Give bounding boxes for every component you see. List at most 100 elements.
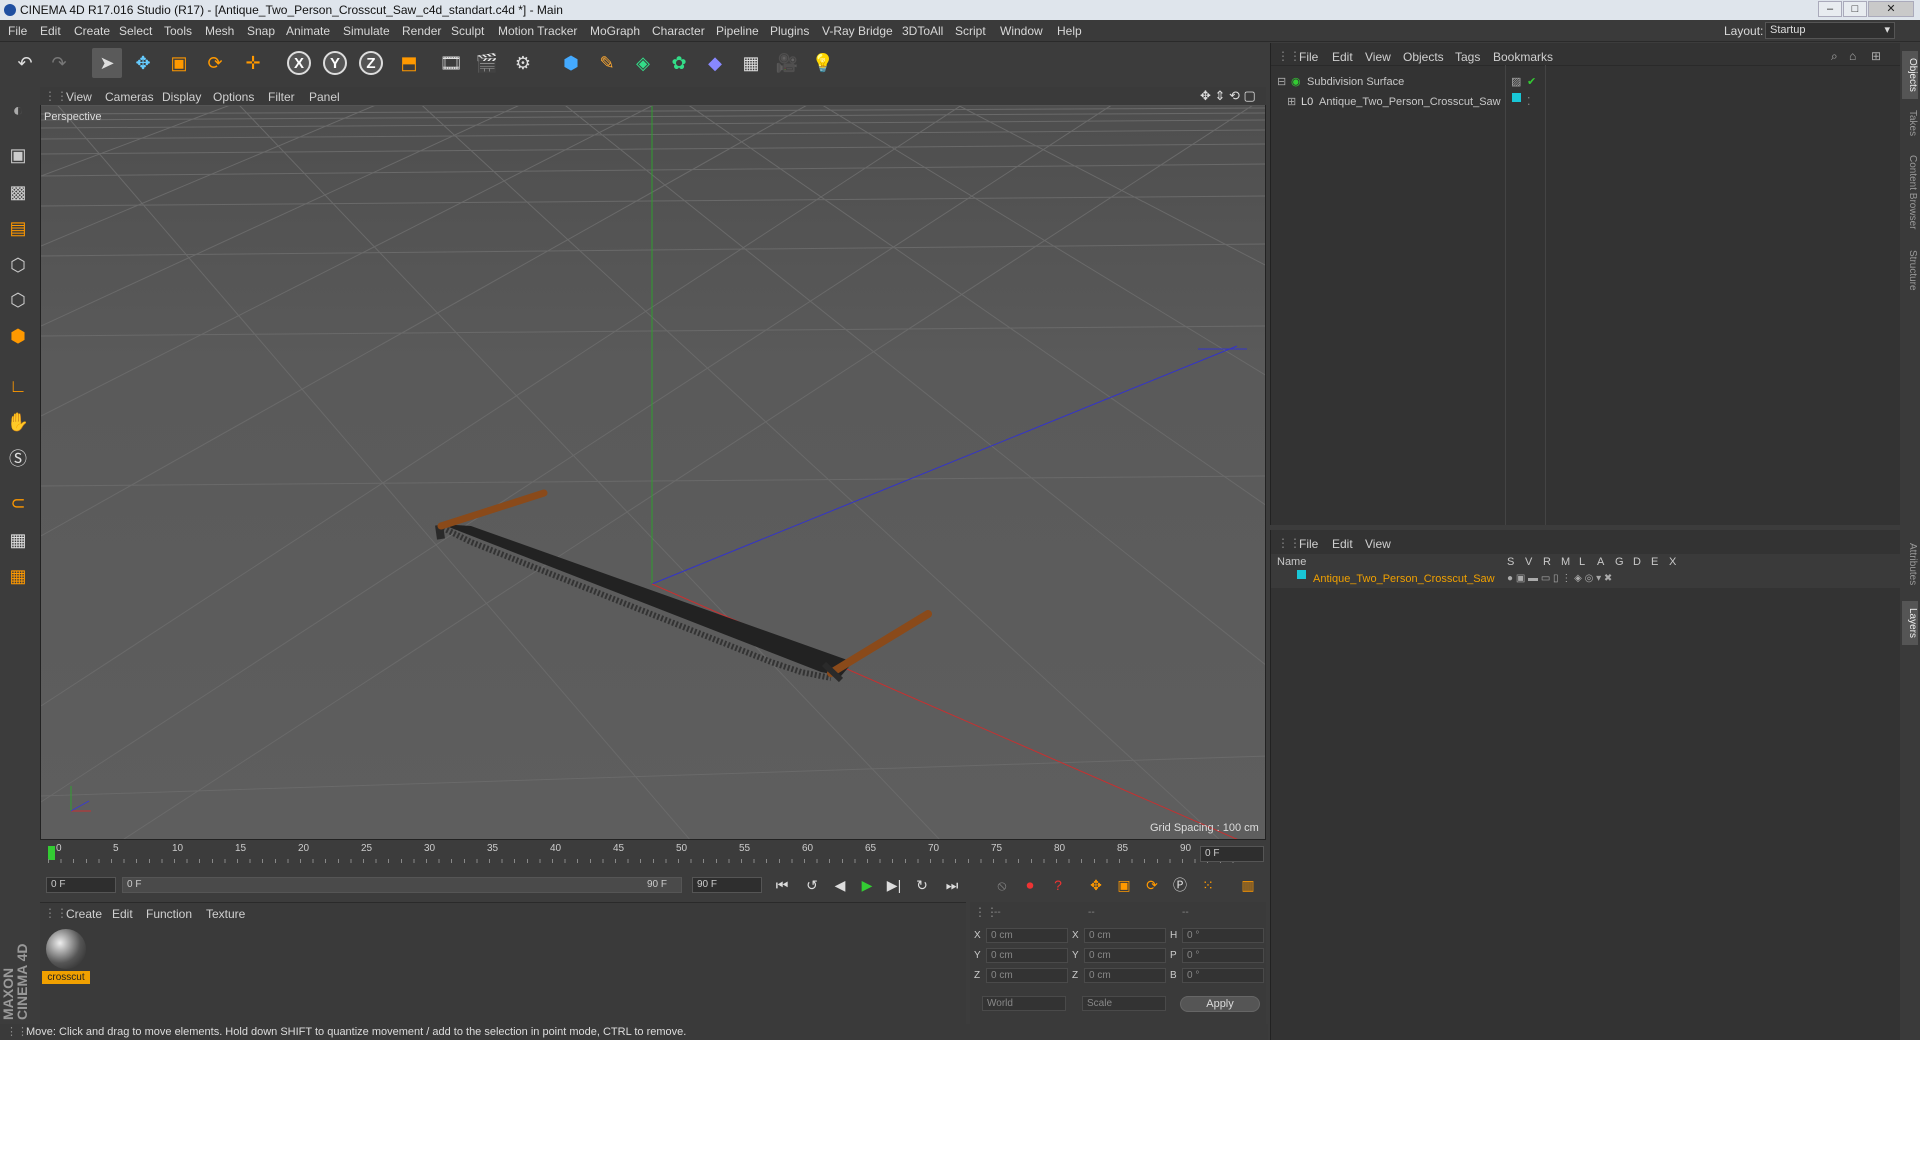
viewport-menu-view[interactable]: View	[66, 90, 92, 104]
playhead[interactable]	[48, 846, 55, 860]
position-z-field[interactable]: 0 cm	[986, 968, 1068, 983]
viewport-menu-panel[interactable]: Panel	[309, 90, 340, 104]
render-picture-viewer-icon[interactable]: 🎬	[472, 48, 502, 78]
autokey-icon[interactable]: ⏺	[1018, 873, 1042, 897]
visibility-dots-icon[interactable]: ⁚	[1527, 93, 1531, 111]
menu-3dtoall[interactable]: 3DToAll	[902, 24, 943, 38]
go-to-end-icon[interactable]: ⏭	[940, 873, 964, 897]
model-mode-icon[interactable]: ▣	[3, 140, 33, 170]
menu-window[interactable]: Window	[1000, 24, 1043, 38]
tab-takes[interactable]: Takes	[1902, 105, 1918, 141]
object-menu-tags[interactable]: Tags	[1455, 50, 1480, 64]
viewport-menu-filter[interactable]: Filter	[268, 90, 295, 104]
drag-handle-icon[interactable]: ⋮⋮	[44, 89, 68, 103]
menu-vray-bridge[interactable]: V-Ray Bridge	[822, 24, 893, 38]
render-settings-icon[interactable]: ⚙	[508, 48, 538, 78]
material-menu-function[interactable]: Function	[146, 907, 192, 921]
position-y-field[interactable]: 0 cm	[986, 948, 1068, 963]
new-window-icon[interactable]: ⊞	[1871, 49, 1881, 63]
menu-mograph[interactable]: MoGraph	[590, 24, 640, 38]
drag-handle-icon[interactable]: ⋮⋮	[1277, 536, 1301, 550]
layer-menu-edit[interactable]: Edit	[1332, 537, 1353, 551]
menu-plugins[interactable]: Plugins	[770, 24, 809, 38]
viewport-menu-cameras[interactable]: Cameras	[105, 90, 154, 104]
move-icon[interactable]: ✥	[128, 48, 158, 78]
size-x-field[interactable]: 0 cm	[1084, 928, 1166, 943]
size-z-field[interactable]: 0 cm	[1084, 968, 1166, 983]
minimize-button[interactable]: –	[1818, 1, 1842, 17]
key-rotation-icon[interactable]: ⟳	[1140, 873, 1164, 897]
rotation-b-field[interactable]: 0 °	[1182, 968, 1264, 983]
key-point-level-icon[interactable]: ⁙	[1196, 873, 1220, 897]
menu-help[interactable]: Help	[1057, 24, 1082, 38]
layer-row[interactable]: Antique_Two_Person_Crosscut_Saw ● ▣ ▬ ▭ …	[1271, 570, 1901, 588]
next-key-icon[interactable]: ↻	[910, 873, 934, 897]
collapse-icon[interactable]: ⊟	[1277, 73, 1286, 91]
live-select-icon[interactable]: ✛	[238, 48, 268, 78]
menu-pipeline[interactable]: Pipeline	[716, 24, 759, 38]
material-menu-create[interactable]: Create	[66, 907, 102, 921]
tab-objects[interactable]: Objects	[1902, 51, 1918, 99]
snap-icon[interactable]: Ⓢ	[3, 443, 33, 473]
workplane-mode-icon[interactable]: ▤	[3, 213, 33, 243]
size-y-field[interactable]: 0 cm	[1084, 948, 1166, 963]
viewport-menu-options[interactable]: Options	[213, 90, 254, 104]
menu-animate[interactable]: Animate	[286, 24, 330, 38]
layer-color-swatch[interactable]	[1297, 570, 1306, 579]
previous-frame-icon[interactable]: ◀	[828, 873, 852, 897]
menu-mesh[interactable]: Mesh	[205, 24, 234, 38]
pen-spline-icon[interactable]: ✎	[592, 48, 622, 78]
menu-motion-tracker[interactable]: Motion Tracker	[498, 24, 577, 38]
key-position-icon[interactable]: ✥	[1084, 873, 1108, 897]
material-preview-sphere[interactable]	[46, 929, 86, 969]
object-menu-edit[interactable]: Edit	[1332, 50, 1353, 64]
tweak-mode-icon[interactable]: ✋	[3, 407, 33, 437]
previous-key-icon[interactable]: ↺	[800, 873, 824, 897]
play-icon[interactable]: ▶	[855, 873, 879, 897]
edges-mode-icon[interactable]: ⬡	[3, 285, 33, 315]
object-menu-view[interactable]: View	[1365, 50, 1391, 64]
tab-attributes[interactable]: Attributes	[1902, 533, 1918, 595]
current-frame-field[interactable]: 0 F	[1200, 846, 1264, 862]
material-menu-texture[interactable]: Texture	[206, 907, 245, 921]
drag-handle-icon[interactable]: ⋮⋮	[44, 906, 68, 920]
scale-icon[interactable]: ▣	[164, 48, 194, 78]
frame-range-slider[interactable]: 0 F 90 F	[122, 877, 682, 893]
maximize-button[interactable]: □	[1843, 1, 1867, 17]
3d-viewport[interactable]	[40, 87, 1266, 840]
layer-menu-view[interactable]: View	[1365, 537, 1391, 551]
render-view-icon[interactable]: 🎞	[436, 48, 466, 78]
x-axis-icon[interactable]: X	[284, 48, 314, 78]
enabled-check-icon[interactable]: ✔	[1527, 73, 1536, 91]
coordinate-space-select[interactable]: World	[982, 996, 1066, 1011]
viewport-menu-display[interactable]: Display	[162, 90, 201, 104]
size-mode-select[interactable]: Scale	[1082, 996, 1166, 1011]
layer-name[interactable]: Antique_Two_Person_Crosscut_Saw	[1313, 570, 1495, 588]
go-to-start-icon[interactable]: ⏮	[770, 873, 794, 897]
start-frame-field[interactable]: 0 F	[46, 877, 116, 893]
rotation-p-field[interactable]: 0 °	[1182, 948, 1264, 963]
tab-content-browser[interactable]: Content Browser	[1902, 147, 1918, 237]
object-menu-objects[interactable]: Objects	[1403, 50, 1444, 64]
floor-icon[interactable]: ▦	[736, 48, 766, 78]
timeline-window-icon[interactable]: ▥	[1236, 873, 1260, 897]
end-frame-field[interactable]: 90 F	[692, 877, 762, 893]
polygons-mode-icon[interactable]: ⬢	[3, 321, 33, 351]
object-row-saw[interactable]: ⊞ L0 Antique_Two_Person_Crosscut_Saw ⁚	[1271, 93, 1901, 111]
apply-button[interactable]: Apply	[1180, 996, 1260, 1012]
cloner-icon[interactable]: ✿	[664, 48, 694, 78]
rotate-icon[interactable]: ⟳	[200, 48, 230, 78]
undo-icon[interactable]: ↶	[10, 48, 40, 78]
key-scale-icon[interactable]: ▣	[1112, 873, 1136, 897]
menu-character[interactable]: Character	[652, 24, 705, 38]
axis-mode-icon[interactable]: ∟	[3, 371, 33, 401]
search-icon[interactable]: ⌕	[1831, 49, 1838, 64]
locked-workplane-icon[interactable]: ▦	[3, 525, 33, 555]
object-row-subdivision[interactable]: ⊟ ◉ Subdivision Surface ▨ ✔	[1271, 73, 1901, 91]
material-menu-edit[interactable]: Edit	[112, 907, 133, 921]
planar-workplane-icon[interactable]: ▦	[3, 561, 33, 591]
key-parameter-icon[interactable]: Ⓟ	[1168, 873, 1192, 897]
camera-icon[interactable]: 🎥	[772, 48, 802, 78]
expand-icon[interactable]: ⊞	[1287, 93, 1296, 111]
layer-color-tag[interactable]	[1512, 93, 1521, 102]
